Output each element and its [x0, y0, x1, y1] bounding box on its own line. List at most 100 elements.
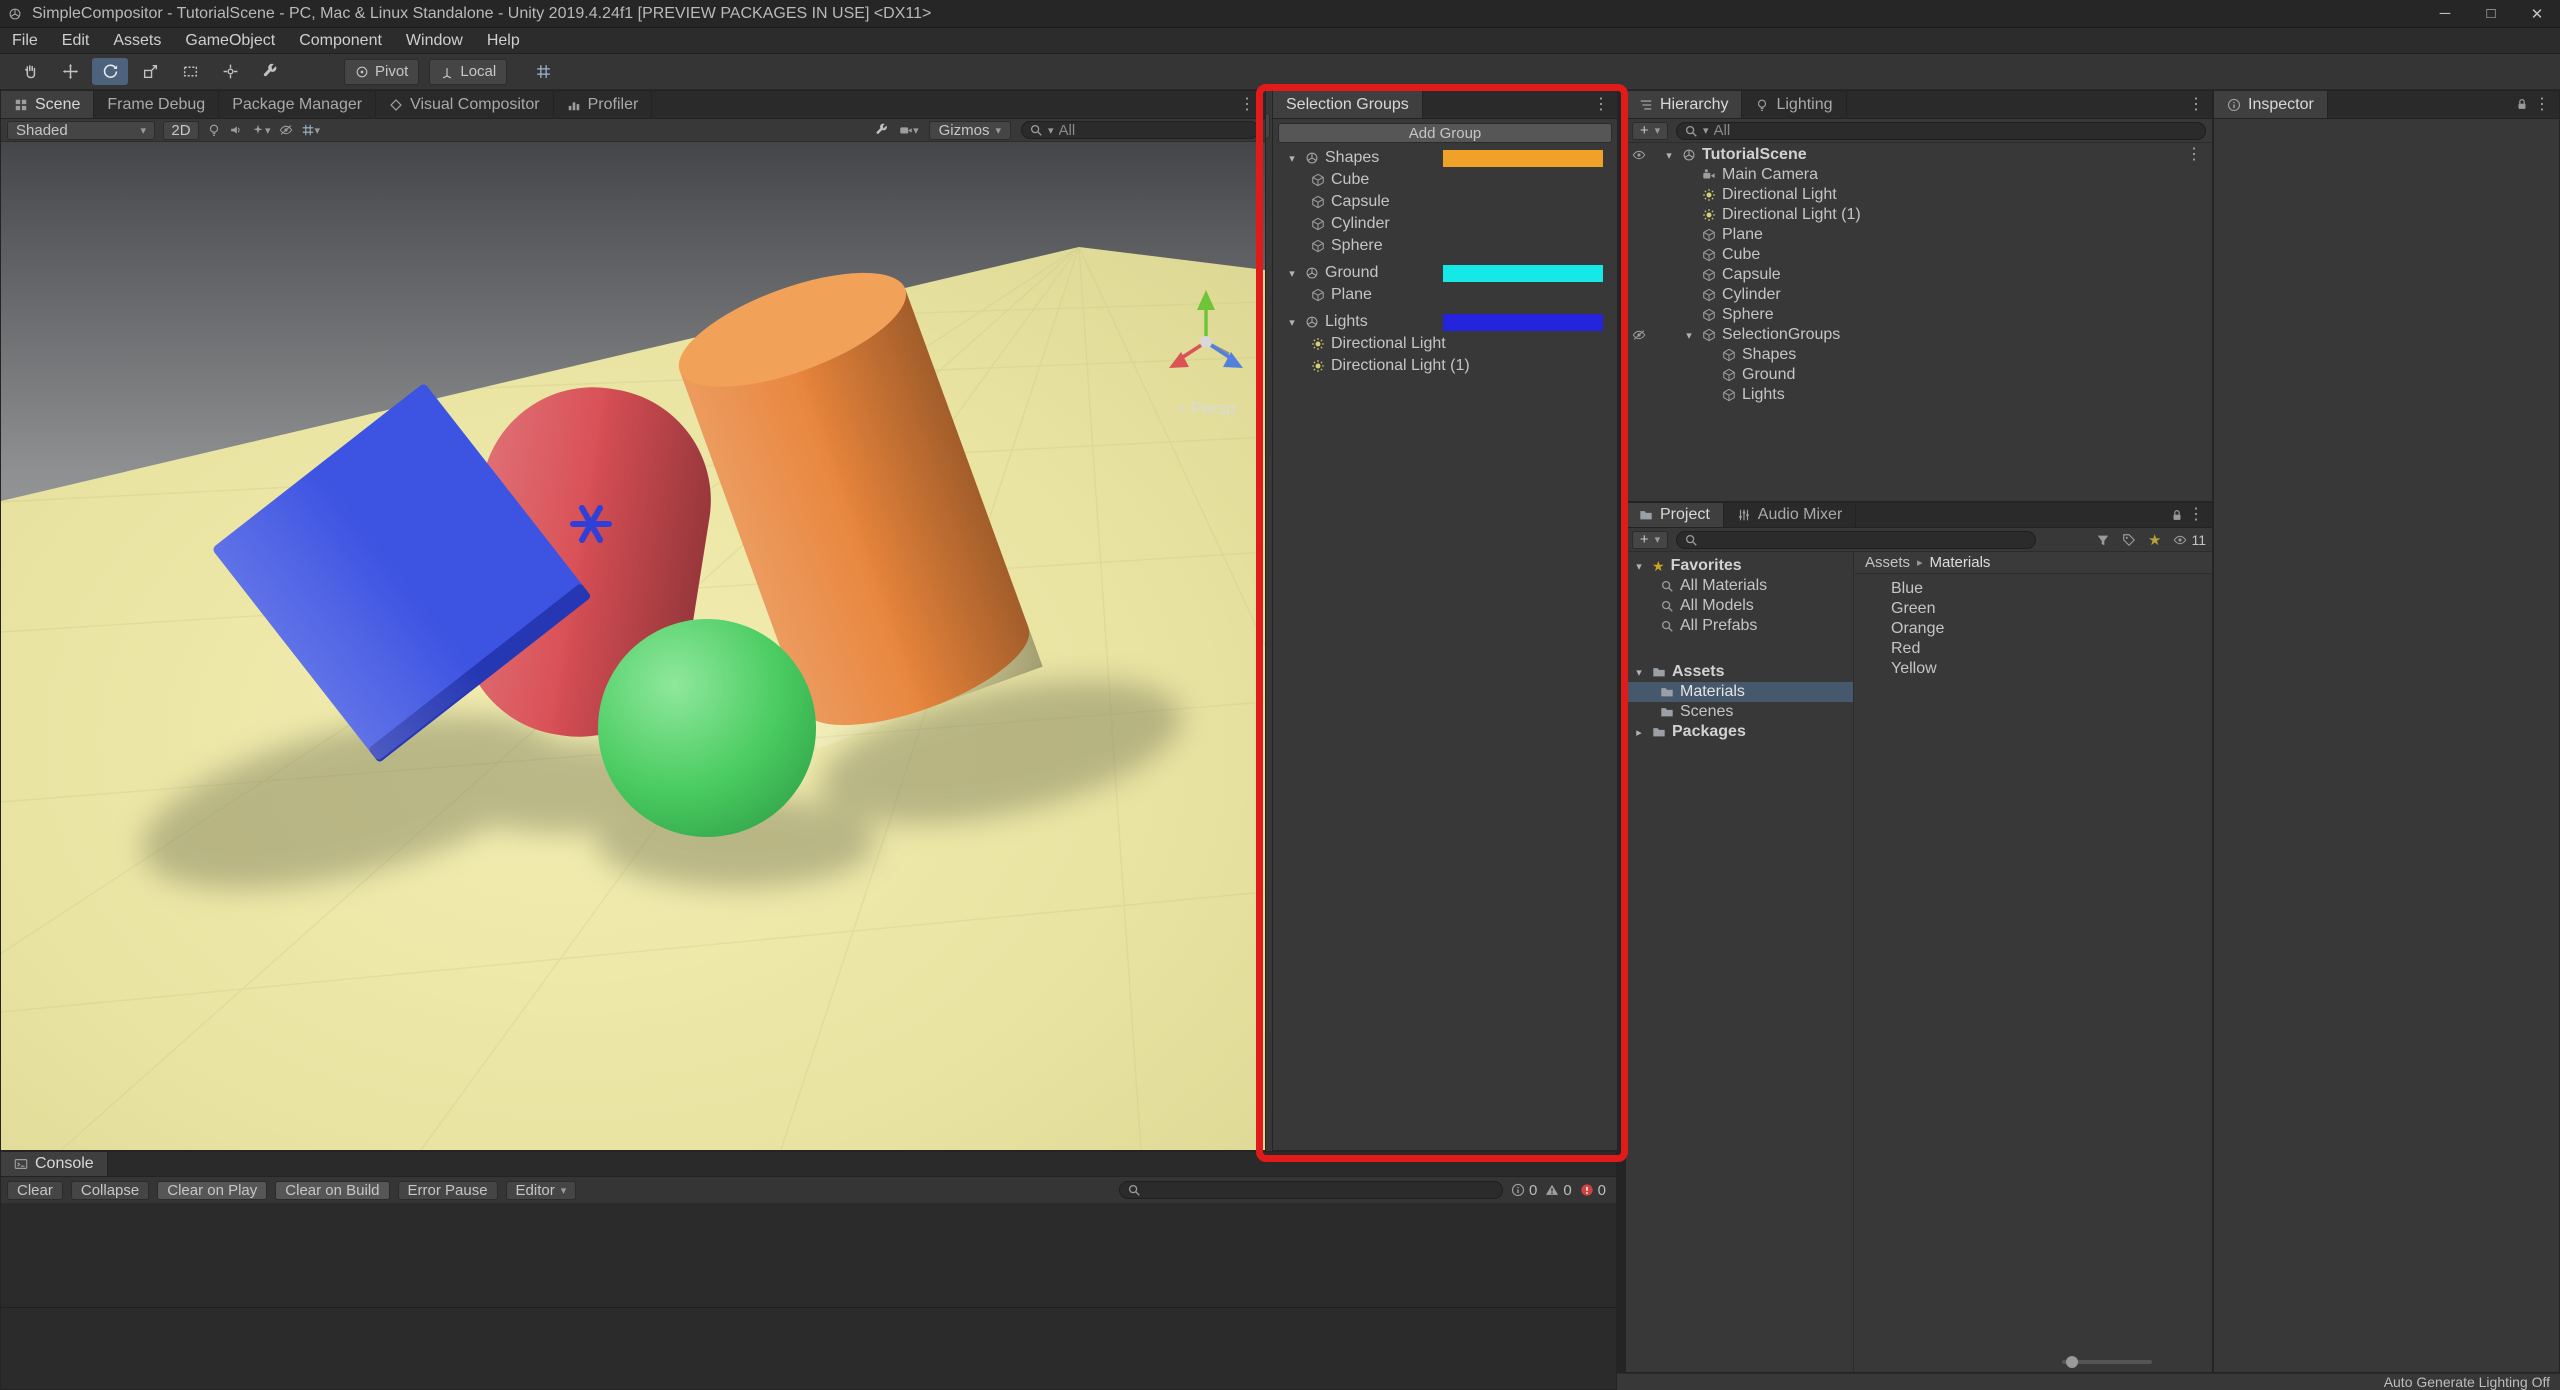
tab-visual-compositor[interactable]: Visual Compositor	[376, 91, 554, 118]
search-by-type-icon[interactable]	[2096, 533, 2110, 547]
console-search-input[interactable]	[1145, 1181, 1495, 1199]
menu-help[interactable]: Help	[475, 32, 532, 50]
rect-tool-button[interactable]	[172, 58, 208, 85]
scene-effects-dropdown[interactable]: ▾	[251, 123, 271, 137]
hierarchy-item-shapes[interactable]: Shapes	[1626, 345, 2212, 365]
tab-audio-mixer[interactable]: Audio Mixer	[1724, 503, 1857, 527]
folder-materials[interactable]: Materials	[1626, 682, 1853, 702]
tab-frame-debug[interactable]: Frame Debug	[94, 91, 220, 118]
asset-material-green[interactable]: Green	[1855, 599, 2212, 619]
collapse-toggle[interactable]: Collapse	[70, 1180, 150, 1200]
project-search[interactable]	[1676, 530, 2036, 549]
hand-tool-button[interactable]	[12, 58, 48, 85]
warning-count-badge[interactable]: 0	[1545, 1182, 1572, 1199]
hierarchy-item-directional-light-1[interactable]: Directional Light (1)	[1626, 205, 2212, 225]
foldout-icon[interactable]: ▾	[1285, 267, 1299, 280]
tab-console[interactable]: Console	[1, 1152, 108, 1176]
hierarchy-item-selectiongroups[interactable]: ▾ SelectionGroups	[1626, 325, 2212, 345]
lock-icon[interactable]	[2170, 508, 2184, 522]
tab-lighting[interactable]: Lighting	[1742, 91, 1847, 118]
add-group-button[interactable]: Add Group	[1278, 123, 1612, 143]
breadcrumb-materials[interactable]: Materials	[1930, 554, 1991, 571]
hierarchy-item-lights[interactable]: Lights	[1626, 385, 2212, 405]
error-pause-toggle[interactable]: Error Pause	[397, 1180, 498, 1200]
tool-settings-icon[interactable]	[875, 123, 889, 137]
scene-search[interactable]: ▾	[1021, 121, 1259, 139]
menu-file[interactable]: File	[0, 32, 50, 50]
foldout-icon[interactable]: ▾	[1682, 329, 1696, 342]
foldout-icon[interactable]: ▾	[1285, 316, 1299, 329]
foldout-icon[interactable]: ▾	[1632, 560, 1646, 573]
save-search-icon[interactable]: ★	[2148, 531, 2161, 549]
console-search[interactable]	[1118, 1181, 1503, 1199]
group-member-row[interactable]: Cube	[1273, 169, 1617, 191]
rotate-tool-button[interactable]	[92, 58, 128, 85]
hierarchy-item-cube[interactable]: Cube	[1626, 245, 2212, 265]
tab-selection-groups[interactable]: Selection Groups	[1273, 91, 1423, 118]
auto-generate-lighting-status[interactable]: Auto Generate Lighting Off	[2384, 1374, 2550, 1390]
local-toggle-button[interactable]: Local	[429, 58, 508, 85]
tab-project[interactable]: Project	[1626, 503, 1724, 527]
clear-button[interactable]: Clear	[7, 1180, 63, 1200]
zoom-slider-thumb[interactable]	[2066, 1356, 2078, 1368]
group-color-swatch[interactable]	[1443, 149, 1603, 167]
lock-icon[interactable]	[2515, 97, 2529, 111]
scene-lighting-icon[interactable]	[207, 123, 221, 137]
persp-label[interactable]: < Persp	[1176, 399, 1235, 418]
hierarchy-item-sphere[interactable]: Sphere	[1626, 305, 2212, 325]
scene-camera-dropdown[interactable]: ▾	[899, 123, 919, 137]
2d-toggle-button[interactable]: 2D	[163, 120, 199, 140]
hierarchy-search[interactable]: ▾	[1676, 121, 2206, 140]
pane-menu-icon[interactable]: ⋮	[2188, 507, 2204, 523]
editor-dropdown[interactable]: Editor ▾	[505, 1180, 577, 1200]
create-asset-button[interactable]: + ▾	[1632, 530, 1668, 549]
dock-divider[interactable]	[1617, 90, 1625, 1390]
shading-mode-dropdown[interactable]: Shaded ▾	[7, 120, 155, 140]
pane-menu-icon[interactable]: ⋮	[2188, 97, 2204, 113]
scale-tool-button[interactable]	[132, 58, 168, 85]
group-member-row[interactable]: Capsule	[1273, 191, 1617, 213]
console-splitter[interactable]	[1, 1307, 1616, 1308]
custom-tool-button[interactable]	[252, 58, 288, 85]
error-count-badge[interactable]: 0	[1580, 1182, 1606, 1199]
group-color-swatch[interactable]	[1443, 313, 1603, 331]
grid-snapping-button[interactable]	[525, 58, 561, 85]
menu-gameobject[interactable]: GameObject	[173, 32, 287, 50]
hierarchy-item-capsule[interactable]: Capsule	[1626, 265, 2212, 285]
group-row-shapes[interactable]: ▾ Shapes	[1273, 147, 1617, 169]
tab-hierarchy[interactable]: Hierarchy	[1626, 91, 1743, 118]
foldout-icon[interactable]: ▾	[1285, 152, 1299, 165]
foldout-icon[interactable]: ▾	[1662, 149, 1676, 162]
hierarchy-item-plane[interactable]: Plane	[1626, 225, 2212, 245]
hierarchy-item-ground[interactable]: Ground	[1626, 365, 2212, 385]
close-button[interactable]: ✕	[2514, 0, 2560, 28]
clear-on-build-toggle[interactable]: Clear on Build	[275, 1180, 390, 1200]
favorite-all-models[interactable]: All Models	[1626, 596, 1853, 616]
hierarchy-item-cylinder[interactable]: Cylinder	[1626, 285, 2212, 305]
hierarchy-item-directional-light[interactable]: Directional Light	[1626, 185, 2212, 205]
group-member-row[interactable]: Cylinder	[1273, 213, 1617, 235]
console-log-area[interactable]	[1, 1204, 1616, 1389]
group-member-row[interactable]: Plane	[1273, 284, 1617, 306]
scene-viewport[interactable]: < Persp	[1, 142, 1265, 1150]
hierarchy-item-main-camera[interactable]: Main Camera	[1626, 165, 2212, 185]
transform-tool-button[interactable]	[212, 58, 248, 85]
pick-disabled-icon[interactable]	[1632, 328, 1646, 342]
project-search-input[interactable]	[1703, 531, 2028, 548]
menu-component[interactable]: Component	[287, 32, 394, 50]
asset-material-yellow[interactable]: Yellow	[1855, 659, 2212, 679]
group-row-lights[interactable]: ▾ Lights	[1273, 311, 1617, 333]
group-row-ground[interactable]: ▾ Ground	[1273, 262, 1617, 284]
packages-root[interactable]: ▸ Packages	[1626, 722, 1853, 742]
info-count-badge[interactable]: 0	[1511, 1182, 1537, 1199]
favorite-all-prefabs[interactable]: All Prefabs	[1626, 616, 1853, 636]
tab-inspector[interactable]: Inspector	[2214, 91, 2328, 118]
asset-material-blue[interactable]: Blue	[1855, 579, 2212, 599]
group-color-swatch[interactable]	[1443, 264, 1603, 282]
scene-grid-dropdown[interactable]: ▾	[301, 123, 320, 137]
group-member-row[interactable]: Sphere	[1273, 235, 1617, 257]
scene-audio-icon[interactable]	[229, 123, 243, 137]
maximize-button[interactable]: □	[2468, 0, 2514, 28]
scene-row-menu-icon[interactable]: ⋮	[2186, 147, 2202, 163]
scene-search-input[interactable]	[1058, 121, 1251, 139]
